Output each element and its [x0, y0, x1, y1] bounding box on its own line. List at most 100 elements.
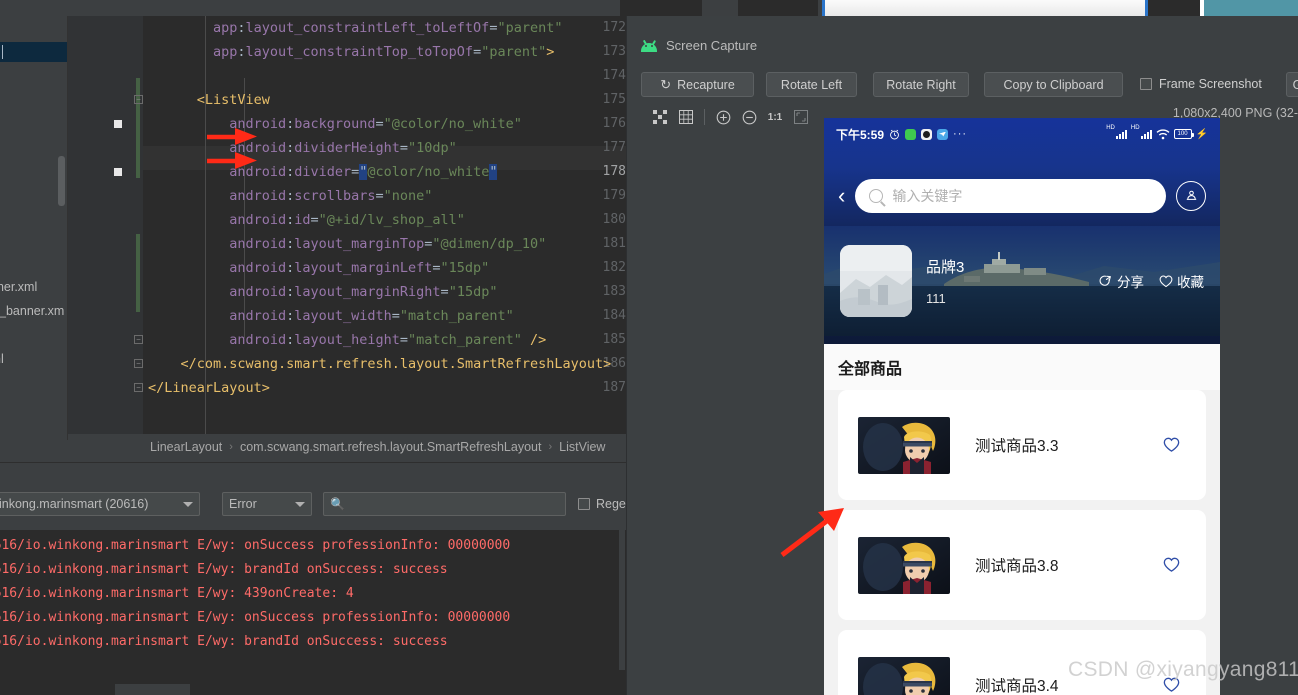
code-token: android	[229, 116, 287, 132]
logcat-regex-checkbox[interactable]: Rege	[578, 492, 626, 516]
phone-search-input[interactable]: 输入关键字	[855, 179, 1166, 213]
code-line[interactable]: android:layout_marginRight="15dp"	[229, 280, 497, 304]
product-list[interactable]: 测试商品3.3 测试商品3.8 测试商品3.4	[824, 390, 1220, 695]
breadcrumb-separator: ›	[229, 441, 233, 453]
phone-screenshot-preview[interactable]: 下午5:59 ··· HD HD 100 ⚡ ‹ 输入关键字 品牌3 111 分…	[824, 118, 1220, 695]
code-fold-icon[interactable]: −	[134, 359, 143, 368]
back-chevron-icon[interactable]: ‹	[838, 185, 845, 207]
frame-screenshot-checkbox[interactable]: Frame Screenshot	[1140, 77, 1262, 91]
code-line[interactable]: android:id="@+id/lv_shop_all"	[229, 208, 465, 232]
rotate-left-button[interactable]: Rotate Left	[766, 72, 857, 97]
code-fold-icon[interactable]: −	[134, 335, 143, 344]
breadcrumb-item-0[interactable]: LinearLayout	[150, 440, 222, 454]
line-number: 175	[602, 92, 626, 107]
product-card[interactable]: 测试商品3.8	[838, 510, 1206, 620]
code-line[interactable]: android:layout_height="match_parent" />	[229, 328, 546, 352]
grid-icon[interactable]	[673, 106, 699, 128]
code-token: >	[546, 44, 555, 60]
product-thumbnail	[858, 536, 950, 594]
logcat-bottom-tab[interactable]	[115, 684, 190, 695]
favorite-button[interactable]: 收藏	[1159, 271, 1204, 291]
project-tree-scrollbar[interactable]	[58, 156, 65, 206]
zoom-out-icon[interactable]	[736, 106, 762, 128]
logcat-device-label: inkong.marinsmart (20616)	[0, 497, 149, 511]
breadcrumb-item-1[interactable]: com.scwang.smart.refresh.layout.SmartRef…	[240, 440, 542, 454]
product-name: 测试商品3.3	[975, 438, 1059, 455]
brand-logo-image[interactable]	[840, 245, 912, 317]
code-line[interactable]: android:layout_width="match_parent"	[229, 304, 514, 328]
code-token: android	[229, 284, 287, 300]
project-tree-item-1[interactable]: w_banner.xm	[0, 304, 64, 318]
line-number: 173	[602, 44, 626, 59]
logcat-search-input[interactable]: 🔍	[323, 492, 566, 516]
code-editor[interactable]: 172 app:layout_constraintLeft_toLeftOf="p…	[68, 16, 626, 434]
search-icon	[869, 189, 884, 203]
editor-gutter[interactable]	[68, 16, 134, 434]
product-card[interactable]: 测试商品3.3	[838, 390, 1206, 500]
generate-button[interactable]: Ge	[1286, 72, 1298, 97]
code-line[interactable]: android:scrollbars="none"	[229, 184, 432, 208]
section-title: 全部商品	[838, 361, 903, 378]
checkerboard-icon[interactable]	[647, 106, 673, 128]
project-tree-item-0[interactable]: nner.xml	[0, 280, 37, 294]
zoom-in-icon[interactable]	[710, 106, 736, 128]
code-line[interactable]: app:layout_constraintTop_toTopOf="parent…	[213, 40, 554, 64]
code-line[interactable]: </com.scwang.smart.refresh.layout.SmartR…	[180, 352, 611, 376]
phone-body: 全部商品 测试商品3.3 测试商品3.8 测试商品3.4	[824, 344, 1220, 695]
product-favorite-button[interactable]	[1163, 437, 1180, 453]
project-tree-item-2[interactable]: nl	[0, 352, 4, 366]
gutter-marker-icon[interactable]	[114, 120, 122, 128]
code-line[interactable]: </LinearLayout>	[148, 376, 270, 400]
wifi-icon	[1156, 128, 1170, 139]
code-token: :	[286, 212, 295, 228]
logcat-device-combo[interactable]: inkong.marinsmart (20616)	[0, 492, 200, 516]
search-icon: 🔍	[330, 497, 345, 511]
project-tree-panel[interactable]: nner.xml w_banner.xm nl	[0, 16, 68, 440]
code-line[interactable]: app:layout_constraintLeft_toLeftOf="pare…	[213, 16, 563, 40]
share-button[interactable]: 分享	[1099, 271, 1144, 291]
signal-bars-icon	[1140, 129, 1152, 139]
refresh-icon: ↻	[660, 76, 672, 92]
checkbox-box[interactable]	[1140, 78, 1152, 90]
code-fold-icon[interactable]: −	[134, 383, 143, 392]
rotate-right-button[interactable]: Rotate Right	[873, 72, 969, 97]
code-token: "none"	[383, 188, 433, 204]
breadcrumb-item-2[interactable]: ListView	[559, 440, 605, 454]
recapture-button[interactable]: ↻ Recapture	[641, 72, 754, 97]
code-line[interactable]: <ListView	[197, 88, 270, 112]
code-line[interactable]: android:layout_marginTop="@dimen/dp_10"	[229, 232, 546, 256]
code-token: background	[294, 116, 376, 132]
heart-outline-icon	[1163, 437, 1180, 452]
line-number: 178	[602, 164, 626, 179]
code-line[interactable]: android:dividerHeight="10dp"	[229, 136, 457, 160]
product-favorite-button[interactable]	[1163, 557, 1180, 573]
line-number: 181	[602, 236, 626, 251]
code-token: :	[286, 308, 295, 324]
heart-outline-icon	[1163, 557, 1180, 572]
logcat-level-combo[interactable]: Error	[222, 492, 312, 516]
logcat-regex-label: Rege	[596, 497, 626, 511]
checkbox-box[interactable]	[578, 498, 590, 510]
code-fold-icon[interactable]: −	[134, 95, 143, 104]
fit-to-window-icon[interactable]	[788, 106, 814, 128]
project-tree-selected-row[interactable]	[0, 42, 68, 62]
copy-to-clipboard-button[interactable]: Copy to Clipboard	[984, 72, 1123, 97]
logcat-line: 20616/io.winkong.marinsmart E/wy: onSucc…	[0, 610, 511, 625]
code-token: =	[375, 188, 384, 204]
code-token: android	[229, 236, 287, 252]
code-line[interactable]: android:background="@color/no_white"	[229, 112, 522, 136]
gutter-marker-icon[interactable]	[114, 168, 122, 176]
code-token: "@+id/lv_shop_all"	[318, 212, 465, 228]
brand-name: 品牌3	[926, 259, 965, 276]
logcat-line: 20616/io.winkong.marinsmart E/wy: brandI…	[0, 634, 448, 649]
vcs-change-marker	[136, 234, 140, 312]
breadcrumb[interactable]: LinearLayout › com.scwang.smart.refresh.…	[68, 434, 626, 460]
actual-size-icon[interactable]: 1:1	[762, 106, 788, 128]
service-hand-icon[interactable]	[1176, 181, 1206, 211]
code-token: :	[286, 116, 295, 132]
code-token: layout_width	[294, 308, 392, 324]
code-line[interactable]: android:divider="@color/no_white"	[229, 160, 498, 184]
code-token: android	[229, 308, 287, 324]
code-line[interactable]: android:layout_marginLeft="15dp"	[229, 256, 489, 280]
